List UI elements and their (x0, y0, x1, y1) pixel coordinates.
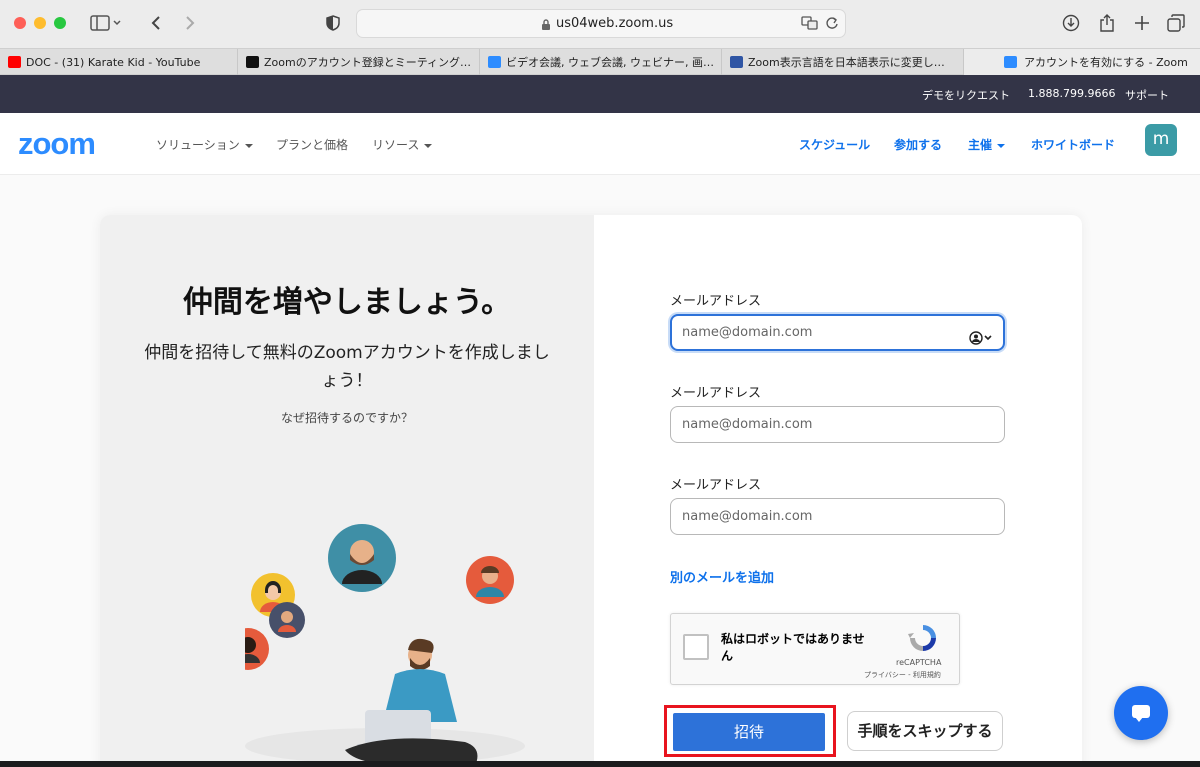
request-demo-link[interactable]: デモをリクエスト (922, 87, 1010, 103)
tab-label: DOC - (31) Karate Kid - YouTube (26, 55, 201, 69)
recaptcha-terms-link[interactable]: プライバシー - 利用規約 (864, 670, 941, 680)
forward-icon[interactable] (182, 10, 198, 36)
email-label-1: メールアドレス (670, 294, 762, 309)
email-field-1-placeholder: name@domain.com (682, 325, 813, 340)
add-another-email-link[interactable]: 別のメールを追加 (670, 567, 774, 586)
email-field-3[interactable]: name@domain.com (670, 498, 1005, 535)
zoom-favicon-icon (1004, 56, 1017, 68)
youtube-favicon-icon (8, 56, 21, 68)
nav-solutions[interactable]: ソリューション (156, 136, 253, 153)
email-field-1[interactable]: name@domain.com (670, 314, 1005, 351)
phone-link[interactable]: 1.888.799.9666 (1028, 87, 1115, 100)
tab-youtube[interactable]: DOC - (31) Karate Kid - YouTube (0, 49, 238, 75)
tab-activate-account[interactable]: アカウントを有効にする - Zoom (964, 49, 1200, 75)
recaptcha-logo-icon (907, 622, 939, 658)
tab-label: ビデオ会議, ウェブ会議, ウェビナー, 画… (506, 56, 714, 69)
support-link[interactable]: サポート (1125, 87, 1169, 103)
tab-zoom-home[interactable]: ビデオ会議, ウェブ会議, ウェビナー, 画… (480, 49, 722, 75)
chat-button[interactable] (1114, 686, 1168, 740)
email-label-2: メールアドレス (670, 386, 762, 401)
close-window-button[interactable] (14, 17, 26, 29)
main-content: 仲間を増やしましょう。 仲間を招待して無料のZoomアカウントを作成しましょう！… (0, 175, 1200, 761)
page-title: 仲間を増やしましょう。 (182, 285, 512, 320)
tab-label: Zoom表示言語を日本語表示に変更し… (748, 56, 945, 69)
address-bar[interactable]: us04web.zoom.us (356, 9, 846, 38)
contact-autofill-icon[interactable] (969, 325, 993, 358)
email-field-3-placeholder: name@domain.com (682, 509, 813, 524)
nav-resources[interactable]: リソース (372, 136, 433, 153)
invite-button[interactable]: 招待 (673, 713, 825, 751)
nav-resources-label: リソース (372, 138, 420, 152)
email-field-2-placeholder: name@domain.com (682, 417, 813, 432)
why-invite-link[interactable]: なぜ招待するのですか？ (100, 409, 594, 426)
invite-intro-panel: 仲間を増やしましょう。 仲間を招待して無料のZoomアカウントを作成しましょう！… (100, 215, 594, 761)
chevron-down-icon (424, 143, 433, 148)
site-favicon-icon (246, 56, 259, 68)
nav-host[interactable]: 主催 (968, 136, 1006, 153)
recaptcha-label: 私はロボットではありません (721, 632, 865, 663)
tab-overview-icon[interactable] (1166, 10, 1186, 36)
chat-bubble-tail (1135, 717, 1143, 722)
invite-description: 仲間を招待して無料のZoomアカウントを作成しましょう！ (144, 343, 550, 391)
nav-host-label: 主催 (968, 138, 993, 152)
minimize-window-button[interactable] (34, 17, 46, 29)
share-icon[interactable] (1097, 10, 1117, 36)
recaptcha-brand: reCAPTCHA (896, 658, 942, 667)
skip-step-button[interactable]: 手順をスキップする (847, 711, 1003, 751)
sidebar-toggle-icon[interactable] (88, 10, 124, 36)
people-illustration (245, 524, 525, 761)
recaptcha-widget: 私はロボットではありません reCAPTCHA プライバシー - 利用規約 (670, 613, 960, 685)
zoom-favicon-icon (488, 56, 501, 68)
recaptcha-checkbox[interactable] (683, 634, 709, 660)
tab-zoom-guide[interactable]: Zoomのアカウント登録とミーティング… (238, 49, 480, 75)
tab-label: アカウントを有効にする - Zoom (1024, 56, 1188, 69)
tab-label: Zoomのアカウント登録とミーティング… (264, 56, 472, 69)
site-favicon-icon (730, 56, 743, 68)
translate-icon[interactable] (801, 15, 819, 35)
invite-card: 仲間を増やしましょう。 仲間を招待して無料のZoomアカウントを作成しましょう！… (100, 215, 1082, 761)
zoom-nav: zoom ソリューション プランと価格 リソース スケジュール 参加する 主催 … (0, 113, 1200, 175)
browser-toolbar: us04web.zoom.us (0, 0, 1200, 48)
back-icon[interactable] (148, 10, 164, 36)
avatar[interactable]: m (1145, 124, 1177, 156)
chevron-down-icon (997, 143, 1006, 148)
new-tab-icon[interactable] (1132, 10, 1152, 36)
tab-bar: DOC - (31) Karate Kid - YouTube Zoomのアカウ… (0, 48, 1200, 75)
nav-whiteboard[interactable]: ホワイトボード (1031, 136, 1115, 153)
zoom-logo[interactable]: zoom (18, 126, 96, 162)
chevron-down-icon (244, 143, 253, 148)
nav-join[interactable]: 参加する (894, 136, 942, 153)
email-field-2[interactable]: name@domain.com (670, 406, 1005, 443)
download-icon[interactable] (1061, 10, 1081, 36)
url-text: us04web.zoom.us (556, 16, 674, 31)
lock-icon (541, 16, 551, 35)
reload-icon[interactable] (825, 15, 839, 35)
privacy-shield-icon[interactable] (324, 10, 342, 36)
email-label-3: メールアドレス (670, 478, 762, 493)
nav-schedule[interactable]: スケジュール (799, 136, 870, 153)
tab-language[interactable]: Zoom表示言語を日本語表示に変更し… (722, 49, 964, 75)
zoom-window-button[interactable] (54, 17, 66, 29)
zoom-top-bar: デモをリクエスト 1.888.799.9666 サポート (0, 75, 1200, 113)
nav-solutions-label: ソリューション (156, 138, 240, 152)
window-bottom-edge (0, 761, 1200, 767)
nav-plans[interactable]: プランと価格 (276, 136, 348, 153)
